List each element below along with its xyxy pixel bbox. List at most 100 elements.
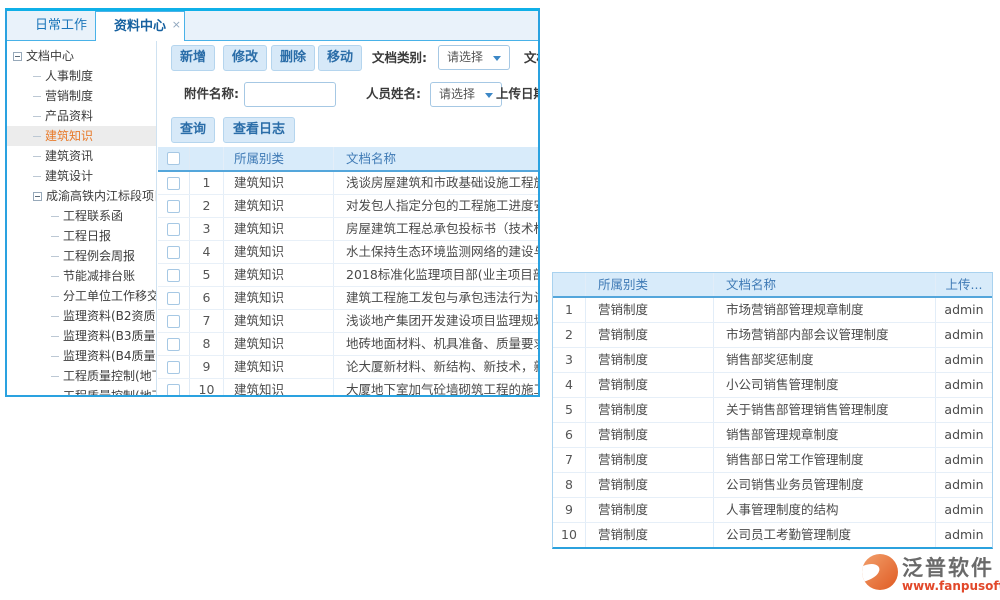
tree-dash: [51, 336, 59, 337]
table-row[interactable]: 9 营销制度 人事管理制度的结构 admin: [553, 498, 992, 523]
cell-uploader: admin: [936, 323, 992, 347]
table-row[interactable]: 4 营销制度 小公司销售管理制度 admin: [553, 373, 992, 398]
tree-item-supervision-b2[interactable]: 监理资料(B2资质): [7, 306, 156, 326]
tab-data-center[interactable]: 资料中心 ×: [95, 11, 185, 42]
cell-category: 营销制度: [586, 523, 714, 547]
tree-dash: [51, 256, 59, 257]
tree-item-marketing-policy[interactable]: 营销制度: [7, 86, 156, 106]
row-checkbox[interactable]: [167, 200, 180, 213]
view-log-button[interactable]: 查看日志: [223, 117, 295, 143]
table-row[interactable]: 3 营销制度 销售部奖惩制度 admin: [553, 348, 992, 373]
cell-doc-name: 建筑工程施工发包与承包违法行为认定...: [334, 287, 538, 309]
add-button[interactable]: 新增: [171, 45, 215, 71]
tree-item-supervision-b4[interactable]: 监理资料(B4质量控制): [7, 346, 156, 366]
row-checkbox[interactable]: [167, 384, 180, 396]
row-checkbox[interactable]: [167, 361, 180, 374]
cell-doc-name: 大厦地下室加气砼墙砌筑工程的施工方...: [334, 379, 538, 395]
cell-doc-name: 地砖地面材料、机具准备、质量要求及...: [334, 333, 538, 355]
table-row[interactable]: 6 建筑知识 建筑工程施工发包与承包违法行为认定...: [158, 287, 538, 310]
cell-uploader: admin: [936, 448, 992, 472]
tree-item-supervision-b3[interactable]: 监理资料(B3质量控制): [7, 326, 156, 346]
tree-item-quality-basement[interactable]: 工程质量控制(地下室): [7, 366, 156, 386]
tree-item-energy-ledger[interactable]: 节能减排台账: [7, 266, 156, 286]
tree-item-contact-letter[interactable]: 工程联系函: [7, 206, 156, 226]
row-checkbox[interactable]: [167, 246, 180, 259]
cell-doc-name: 公司销售业务员管理制度: [714, 473, 936, 497]
cell-category: 营销制度: [586, 473, 714, 497]
chevron-down-icon: [485, 93, 493, 98]
tree-item-product-data[interactable]: 产品资料: [7, 106, 156, 126]
edit-button[interactable]: 修改: [223, 45, 267, 71]
header-seq: [553, 273, 586, 296]
tab-close-icon[interactable]: ×: [172, 10, 181, 40]
cell-uploader: admin: [936, 373, 992, 397]
cell-seq: 10: [553, 523, 586, 547]
table-row[interactable]: 2 营销制度 市场营销部内部会议管理制度 admin: [553, 323, 992, 348]
tab-daily-work[interactable]: 日常工作: [17, 11, 105, 41]
doc-category-label: 文档类别:: [372, 45, 427, 71]
cell-seq: 7: [553, 448, 586, 472]
header-category: 所属别类: [586, 273, 714, 296]
document-table: 所属别类 文档名称 1 建筑知识 浅谈房屋建筑和市政基础设施工程施工... 2 …: [158, 147, 538, 395]
collapse-icon[interactable]: [33, 192, 42, 201]
tree-dash: [51, 216, 59, 217]
table-row[interactable]: 8 营销制度 公司销售业务员管理制度 admin: [553, 473, 992, 498]
select-all-checkbox[interactable]: [167, 152, 180, 165]
row-checkbox[interactable]: [167, 315, 180, 328]
cell-doc-name: 对发包人指定分包的工程施工进度安排...: [334, 195, 538, 217]
move-button[interactable]: 移动: [318, 45, 362, 71]
row-checkbox[interactable]: [167, 177, 180, 190]
cell-doc-name: 房屋建筑工程总承包投标书（技术标）...: [334, 218, 538, 240]
tree-item-doc-center[interactable]: 文档中心: [7, 46, 156, 66]
tree-item-construction-design[interactable]: 建筑设计: [7, 166, 156, 186]
tree-dash: [33, 156, 41, 157]
tree-item-clipped[interactable]: 工程质量控制(地下室): [7, 386, 156, 395]
tree-item-daily-report[interactable]: 工程日报: [7, 226, 156, 246]
person-name-select[interactable]: 请选择: [430, 82, 502, 107]
row-checkbox[interactable]: [167, 292, 180, 305]
header-doc-name: 文档名称: [714, 273, 936, 296]
table-row[interactable]: 10 营销制度 公司员工考勤管理制度 admin: [553, 523, 992, 548]
tree-dash: [33, 76, 41, 77]
cell-category: 建筑知识: [224, 310, 334, 332]
table-row[interactable]: 6 营销制度 销售部管理规章制度 admin: [553, 423, 992, 448]
tree-item-hr-policy[interactable]: 人事制度: [7, 66, 156, 86]
table-row[interactable]: 7 建筑知识 浅谈地产集团开发建设项目监理规划编...: [158, 310, 538, 333]
tree-item-construction-news[interactable]: 建筑资讯: [7, 146, 156, 166]
table-row[interactable]: 1 营销制度 市场营销部管理规章制度 admin: [553, 298, 992, 323]
cell-doc-name: 浅谈房屋建筑和市政基础设施工程施工...: [334, 172, 538, 194]
tree-item-construction-knowledge[interactable]: 建筑知识: [7, 126, 156, 146]
tree-item-work-transfer[interactable]: 分工单位工作移交: [7, 286, 156, 306]
table-row[interactable]: 3 建筑知识 房屋建筑工程总承包投标书（技术标）...: [158, 218, 538, 241]
table-row[interactable]: 5 建筑知识 2018标准化监理项目部(业主项目部)人员...: [158, 264, 538, 287]
tree-item-project-root[interactable]: 成渝高铁内江标段项目: [7, 186, 156, 206]
table-row[interactable]: 1 建筑知识 浅谈房屋建筑和市政基础设施工程施工...: [158, 172, 538, 195]
collapse-icon[interactable]: [13, 52, 22, 61]
cell-seq: 8: [190, 333, 224, 355]
row-checkbox[interactable]: [167, 338, 180, 351]
attachment-name-input[interactable]: [244, 82, 336, 107]
row-checkbox[interactable]: [167, 223, 180, 236]
query-button[interactable]: 查询: [171, 117, 215, 143]
cell-category: 建筑知识: [224, 333, 334, 355]
doc-category-select[interactable]: 请选择: [438, 45, 510, 70]
table-row[interactable]: 7 营销制度 销售部日常工作管理制度 admin: [553, 448, 992, 473]
table-row[interactable]: 10 建筑知识 大厦地下室加气砼墙砌筑工程的施工方...: [158, 379, 538, 395]
row-checkbox[interactable]: [167, 269, 180, 282]
cell-uploader: admin: [936, 523, 992, 547]
person-name-label: 人员姓名:: [366, 81, 421, 107]
table-row[interactable]: 5 营销制度 关于销售部管理销售管理制度 admin: [553, 398, 992, 423]
table-row[interactable]: 9 建筑知识 论大厦新材料、新结构、新技术，新工...: [158, 356, 538, 379]
cell-category: 营销制度: [586, 423, 714, 447]
cell-seq: 3: [190, 218, 224, 240]
tree-item-weekly-meeting[interactable]: 工程例会周报: [7, 246, 156, 266]
table-row[interactable]: 4 建筑知识 水土保持生态环境监测网络的建设与资...: [158, 241, 538, 264]
delete-button[interactable]: 删除: [271, 45, 315, 71]
cell-category: 建筑知识: [224, 264, 334, 286]
tab-data-center-label: 资料中心: [114, 19, 166, 34]
cell-seq: 1: [553, 298, 586, 322]
chevron-down-icon: [493, 56, 501, 61]
table-row[interactable]: 8 建筑知识 地砖地面材料、机具准备、质量要求及...: [158, 333, 538, 356]
cell-uploader: admin: [936, 473, 992, 497]
table-row[interactable]: 2 建筑知识 对发包人指定分包的工程施工进度安排...: [158, 195, 538, 218]
